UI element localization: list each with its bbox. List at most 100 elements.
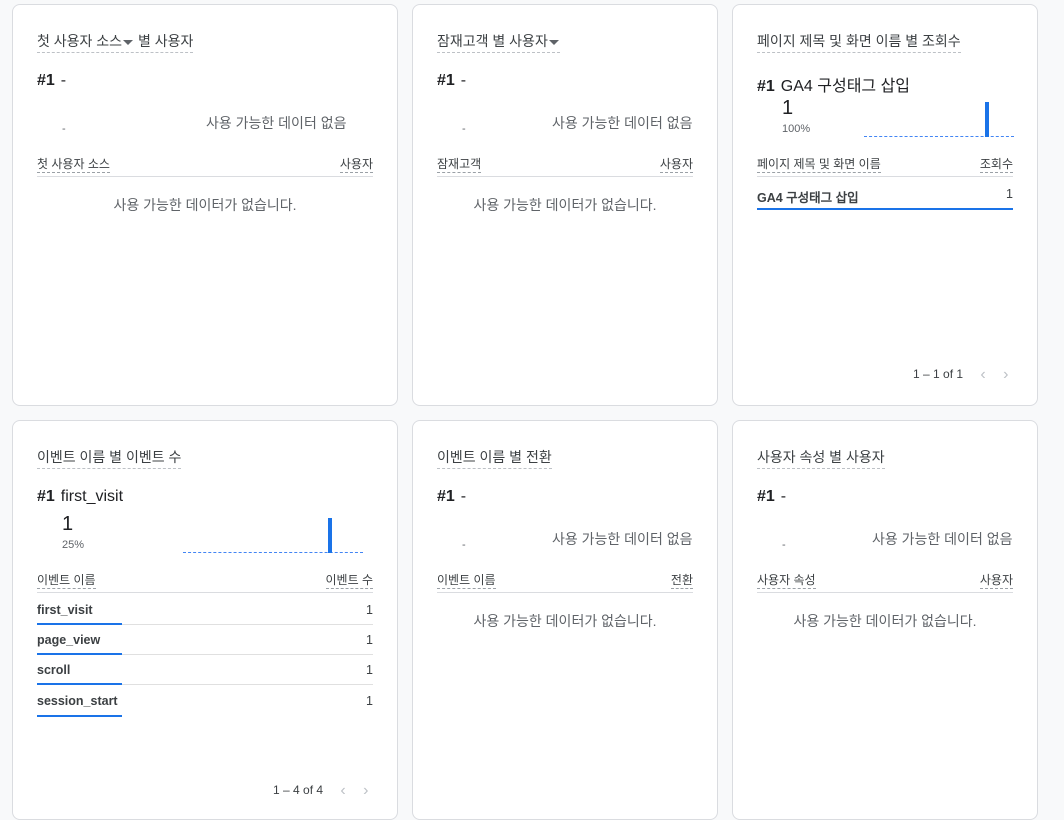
chevron-left-icon[interactable]: ‹ — [340, 782, 345, 799]
table-row[interactable]: page_view 1 — [37, 625, 373, 655]
card-event-count: 이벤트 이름 별 이벤트 수 #1 first_visit 1 25% 이벤트 이… — [12, 420, 398, 820]
top-rank: #1 GA4 구성태그 삽입 — [757, 72, 910, 96]
empty-value: - — [462, 123, 466, 135]
arrow-drop-down-icon[interactable] — [123, 39, 134, 45]
top-value-percent: 100% — [782, 123, 811, 135]
rank-label: #1 — [757, 78, 775, 95]
row-value: 1 — [366, 694, 373, 708]
no-data-chart-message: 사용 가능한 데이터 없음 — [872, 531, 1013, 547]
no-data-table-message: 사용 가능한 데이터가 없습니다. — [113, 197, 297, 213]
table-header: 이벤트 이름 이벤트 수 — [37, 569, 373, 593]
column-header-metric[interactable]: 이벤트 수 — [325, 571, 373, 589]
row-bar — [757, 208, 1013, 210]
table-header: 페이지 제목 및 화면 이름 조회수 — [757, 153, 1013, 177]
row-value: 1 — [1006, 187, 1013, 201]
chevron-right-icon[interactable]: › — [363, 782, 368, 799]
column-header-metric[interactable]: 사용자 — [979, 571, 1013, 589]
arrow-drop-down-icon[interactable] — [548, 39, 559, 45]
pagination-range: 1 – 1 of 1 — [913, 367, 964, 381]
card-title[interactable]: 잠재고객 별 사용자 — [437, 31, 560, 53]
empty-value: - — [782, 539, 786, 551]
card-title-text[interactable]: 페이지 제목 및 화면 이름 별 조회수 — [757, 33, 961, 49]
rank-label: #1 — [437, 488, 455, 505]
row-bar — [37, 715, 122, 717]
no-data-table-message: 사용 가능한 데이터가 없습니다. — [473, 613, 657, 629]
column-header-metric[interactable]: 전환 — [670, 571, 693, 589]
rank-label: #1 — [437, 72, 455, 89]
table-row[interactable]: GA4 구성태그 삽입 1 — [757, 179, 1013, 210]
rank-value: GA4 구성태그 삽입 — [780, 78, 911, 95]
card-page-title-views: 페이지 제목 및 화면 이름 별 조회수 #1 GA4 구성태그 삽입 1 100… — [732, 4, 1038, 406]
card-title-text[interactable]: 잠재고객 별 사용자 — [437, 33, 548, 49]
row-value: 1 — [366, 633, 373, 647]
row-value: 1 — [366, 603, 373, 617]
column-header-metric[interactable]: 사용자 — [339, 155, 373, 173]
table-row[interactable]: session_start 1 — [37, 686, 373, 717]
sparkline-baseline — [864, 136, 1014, 137]
sparkline-bar — [985, 102, 989, 137]
card-first-user-source: 첫 사용자 소스 별 사용자 #1- - 사용 가능한 데이터 없음 첫 사용자… — [12, 4, 398, 406]
pagination-range: 1 – 4 of 4 — [273, 783, 324, 797]
card-event-conversions: 이벤트 이름 별 전환 #1- - 사용 가능한 데이터 없음 이벤트 이름 전… — [412, 420, 718, 820]
row-label: page_view — [37, 633, 101, 647]
column-header-metric[interactable]: 사용자 — [659, 155, 693, 173]
sparkline-baseline — [183, 552, 363, 553]
row-label: GA4 구성태그 삽입 — [757, 191, 859, 205]
empty-value: - — [462, 539, 466, 551]
card-title-text[interactable]: 사용자 속성 별 사용자 — [757, 449, 885, 465]
pagination: 1 – 1 of 1 ‹ › — [913, 366, 1008, 384]
top-rank: #1- — [437, 72, 466, 90]
rank-value: first_visit — [60, 488, 124, 505]
card-title-text[interactable]: 이벤트 이름 별 이벤트 수 — [37, 449, 181, 465]
column-header-metric[interactable]: 조회수 — [979, 155, 1013, 173]
table-row[interactable]: scroll 1 — [37, 655, 373, 685]
chevron-left-icon[interactable]: ‹ — [980, 366, 985, 383]
card-title-text[interactable]: 이벤트 이름 별 전환 — [437, 449, 552, 465]
column-header-dimension[interactable]: 잠재고객 — [437, 155, 482, 173]
table-row[interactable]: first_visit 1 — [37, 595, 373, 625]
sparkline-bar — [328, 518, 332, 553]
top-rank: #1- — [437, 488, 466, 506]
no-data-table-message: 사용 가능한 데이터가 없습니다. — [793, 613, 977, 629]
rank-value: - — [60, 72, 67, 89]
no-data-chart-message: 사용 가능한 데이터 없음 — [552, 115, 693, 131]
top-rank: #1 first_visit — [37, 488, 123, 506]
row-value: 1 — [366, 663, 373, 677]
card-title[interactable]: 이벤트 이름 별 이벤트 수 — [37, 447, 182, 469]
top-rank: #1- — [37, 72, 66, 90]
no-data-chart-message: 사용 가능한 데이터 없음 — [552, 531, 693, 547]
no-data-chart-message: 사용 가능한 데이터 없음 — [206, 115, 347, 131]
table-header: 잠재고객 사용자 — [437, 153, 693, 177]
column-header-dimension[interactable]: 사용자 속성 — [757, 571, 816, 589]
card-title-suffix: 별 사용자 — [137, 33, 194, 49]
card-title[interactable]: 이벤트 이름 별 전환 — [437, 447, 552, 469]
table-header: 첫 사용자 소스 사용자 — [37, 153, 373, 177]
rank-value: - — [460, 72, 467, 89]
top-value: 1 — [62, 513, 74, 535]
rank-label: #1 — [37, 488, 55, 505]
row-label: first_visit — [37, 603, 93, 617]
table-header: 사용자 속성 사용자 — [757, 569, 1013, 593]
no-data-table-message: 사용 가능한 데이터가 없습니다. — [473, 197, 657, 213]
table-header: 이벤트 이름 전환 — [437, 569, 693, 593]
pagination: 1 – 4 of 4 ‹ › — [273, 782, 368, 800]
row-label: session_start — [37, 694, 118, 708]
column-header-dimension[interactable]: 이벤트 이름 — [437, 571, 496, 589]
column-header-dimension[interactable]: 첫 사용자 소스 — [37, 155, 110, 173]
chevron-right-icon[interactable]: › — [1003, 366, 1008, 383]
column-header-dimension[interactable]: 이벤트 이름 — [37, 571, 96, 589]
card-title-dimension[interactable]: 첫 사용자 소스 — [37, 33, 122, 49]
rank-label: #1 — [757, 488, 775, 505]
top-rank: #1- — [757, 488, 786, 506]
card-title[interactable]: 페이지 제목 및 화면 이름 별 조회수 — [757, 31, 961, 53]
row-label: scroll — [37, 663, 71, 677]
rank-value: - — [780, 488, 787, 505]
top-value-percent: 25% — [62, 539, 85, 551]
rank-value: - — [460, 488, 467, 505]
card-title[interactable]: 사용자 속성 별 사용자 — [757, 447, 885, 469]
column-header-dimension[interactable]: 페이지 제목 및 화면 이름 — [757, 155, 881, 173]
card-user-property: 사용자 속성 별 사용자 #1- - 사용 가능한 데이터 없음 사용자 속성 … — [732, 420, 1038, 820]
row-bar — [37, 683, 122, 685]
top-value: 1 — [782, 97, 794, 119]
card-title[interactable]: 첫 사용자 소스 별 사용자 — [37, 31, 194, 53]
